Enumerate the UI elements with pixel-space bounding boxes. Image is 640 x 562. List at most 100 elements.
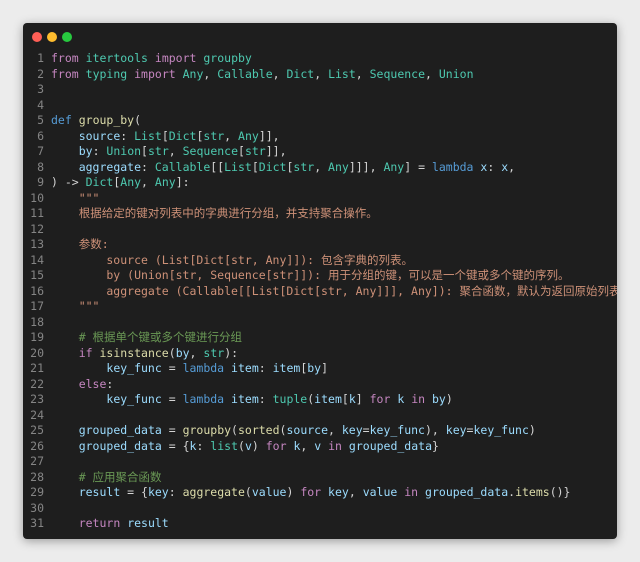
line-number: 7 [37, 144, 44, 158]
code-token: ] [321, 361, 329, 375]
code-token: , [314, 159, 329, 174]
line-code: 根据给定的键对列表中的字典进行分组，并支持聚合操作。 [51, 206, 378, 220]
code-token: , [141, 175, 155, 189]
code-token: aggregate [78, 159, 142, 174]
code-token: return [78, 516, 121, 530]
code-token: by [432, 392, 446, 406]
code-token: = { [120, 485, 148, 499]
code-token: from [51, 51, 79, 65]
line-number: 4 [37, 97, 44, 112]
code-token: ) [445, 392, 453, 406]
code-token: , [314, 66, 329, 81]
code-token: Sequence [369, 66, 426, 81]
line-number: 22 [30, 376, 44, 391]
maximize-window-icon[interactable] [62, 32, 72, 42]
line-number: 13 [30, 237, 44, 251]
code-token: ]], [265, 144, 287, 158]
code-editor[interactable]: 1 from itertools import groupby 2 from typi… [23, 51, 617, 532]
code-token: [ [341, 392, 349, 406]
code-token: Any [238, 128, 259, 143]
code-token: if [78, 345, 93, 360]
code-token: : [196, 438, 211, 453]
code-token: ) [528, 423, 536, 437]
code-token: str [293, 159, 315, 174]
code-token: result [78, 485, 121, 499]
code-token: grouped_data [78, 438, 162, 453]
code-token: , [189, 345, 204, 360]
code-token: ( [231, 423, 238, 437]
close-window-icon[interactable] [32, 32, 42, 42]
code-line: 3 [23, 82, 617, 98]
minimize-window-icon[interactable] [47, 32, 57, 42]
code-token: Any [328, 159, 349, 174]
code-token: , [425, 66, 439, 81]
code-token: for [369, 392, 391, 406]
line-number: 6 [37, 128, 44, 143]
code-line: 28 # 应用聚合函数 [23, 470, 617, 486]
code-token: str [203, 345, 225, 360]
code-token: grouped_data [348, 438, 433, 453]
code-token: key_func [369, 423, 425, 437]
line-number: 5 [37, 113, 44, 127]
line-code: source (List[Dict[str, Any]]): 包含字典的列表。 [51, 253, 413, 267]
code-token: [ [161, 128, 169, 143]
code-line: 12 [23, 222, 617, 238]
code-token: groupby [182, 423, 232, 437]
code-token: key [341, 423, 363, 437]
code-token: ()} [549, 485, 571, 499]
line-code: by (Union[str, Sequence[str]]): 用于分组的键，可… [51, 268, 569, 282]
code-token: result [127, 516, 169, 530]
line-code: grouped_data = {k: list(v) for k, v in g… [51, 439, 439, 453]
line-code: # 根据单个键或多个键进行分组 [51, 330, 242, 344]
code-token: key [147, 485, 169, 499]
code-token: ) [251, 438, 266, 453]
line-number: 30 [30, 500, 44, 515]
line-code: """ [51, 299, 100, 313]
code-token: Union [106, 144, 142, 158]
code-line: 14 source (List[Dict[str, Any]]): 包含字典的列… [23, 253, 617, 269]
line-number: 12 [30, 221, 44, 236]
code-line: 2 from typing import Any, Callable, Dict,… [23, 67, 617, 83]
code-token: = [161, 423, 183, 437]
line-code: else: [51, 377, 114, 391]
code-token: ]: [175, 175, 190, 189]
code-token: Sequence [182, 144, 239, 158]
code-token: grouped_data [78, 423, 162, 437]
code-token: source [78, 128, 121, 143]
line-code: """ [51, 191, 100, 205]
code-token: # 根据单个键或多个键进行分组 [78, 330, 243, 344]
code-token: , [328, 423, 342, 437]
line-code: key_func = lambda item: item[by] [51, 361, 328, 375]
line-code: 参数: [51, 237, 109, 251]
code-token: group_by [78, 113, 135, 127]
code-line: 8 aggregate: Callable[[List[Dict[str, An… [23, 160, 617, 176]
code-token: str [244, 144, 266, 158]
line-code: aggregate (Callable[[List[Dict[str, Any]… [51, 284, 617, 298]
code-token: Dict [286, 66, 315, 81]
code-line: 6 source: List[Dict[str, Any]], [23, 129, 617, 145]
code-token: [ [251, 159, 259, 174]
code-line: 23 key_func = lambda item: tuple(item[k]… [23, 392, 617, 408]
line-number: 17 [30, 299, 44, 313]
code-token: Callable [217, 66, 273, 81]
code-line: 30 [23, 501, 617, 517]
code-line: 25 grouped_data = groupby(sorted(source,… [23, 423, 617, 439]
code-token: Any [383, 159, 405, 174]
code-line: 26 grouped_data = {k: list(v) for k, v i… [23, 439, 617, 455]
code-token: = [161, 361, 183, 375]
line-number: 27 [30, 454, 44, 468]
code-token: [[ [210, 159, 225, 174]
code-token: ] = [404, 159, 432, 174]
line-code: by: Union[str, Sequence[str]], [51, 144, 287, 158]
line-number: 3 [37, 82, 44, 96]
code-token: k [348, 392, 356, 406]
